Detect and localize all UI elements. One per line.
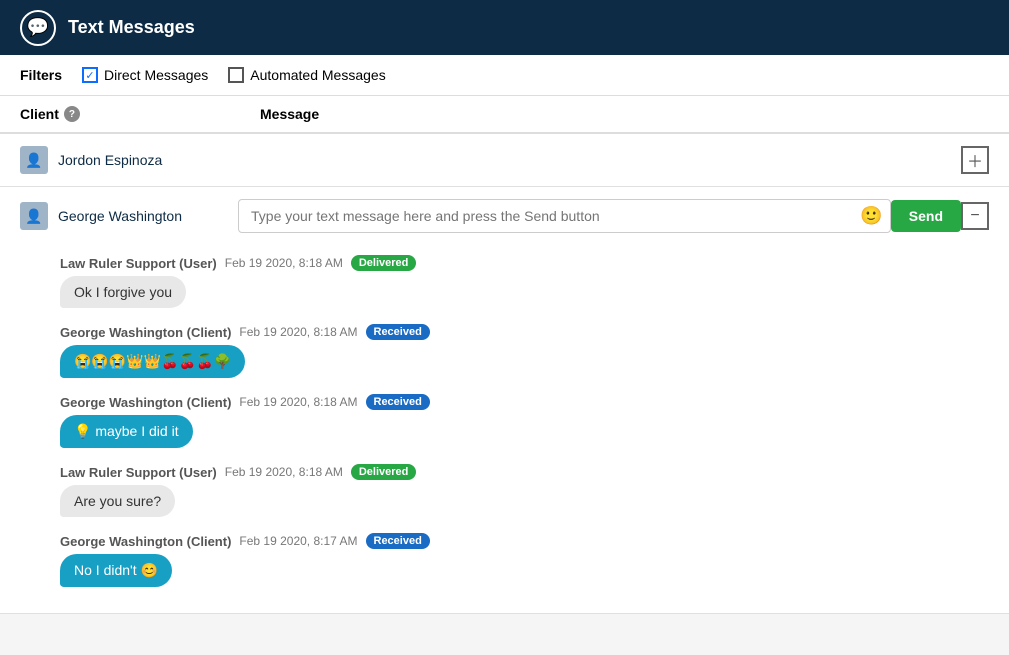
message-bubble-3: 💡 maybe I did it — [60, 415, 193, 448]
app-header: 💬 Text Messages — [0, 0, 1009, 55]
message-meta-2: George Washington (Client) Feb 19 2020, … — [60, 324, 989, 340]
client-avatar-jordon: 👤 — [20, 146, 48, 174]
col-client-header: Client ? — [20, 106, 240, 122]
message-bubble-5: No I didn't 😊 — [60, 554, 172, 587]
message-entry-4: Law Ruler Support (User) Feb 19 2020, 8:… — [60, 464, 989, 517]
message-meta-3: George Washington (Client) Feb 19 2020, … — [60, 394, 989, 410]
message-badge-5: Received — [366, 533, 430, 549]
message-badge-4: Delivered — [351, 464, 417, 480]
col-message-header: Message — [260, 106, 989, 122]
message-sender-4: Law Ruler Support (User) — [60, 465, 217, 480]
message-entry-2: George Washington (Client) Feb 19 2020, … — [60, 324, 989, 378]
automated-messages-filter[interactable]: Automated Messages — [228, 67, 385, 83]
message-entry-5: George Washington (Client) Feb 19 2020, … — [60, 533, 989, 587]
send-button[interactable]: Send — [891, 200, 961, 232]
header-icon: 💬 — [20, 10, 56, 46]
app-title: Text Messages — [68, 17, 195, 38]
direct-messages-filter[interactable]: ✓ Direct Messages — [82, 67, 208, 83]
client-row-header-jordon[interactable]: 👤 Jordon Espinoza ＋ — [0, 134, 1009, 186]
message-timestamp-1: Feb 19 2020, 8:18 AM — [225, 256, 343, 270]
message-entry-1: Law Ruler Support (User) Feb 19 2020, 8:… — [60, 255, 989, 308]
message-input[interactable] — [238, 199, 891, 233]
collapse-george-button[interactable]: − — [961, 202, 989, 230]
message-meta-5: George Washington (Client) Feb 19 2020, … — [60, 533, 989, 549]
message-badge-3: Received — [366, 394, 430, 410]
message-bubble-1: Ok I forgive you — [60, 276, 186, 308]
filters-label: Filters — [20, 67, 62, 83]
client-name-jordon: Jordon Espinoza — [58, 152, 238, 168]
client-row-jordon: 👤 Jordon Espinoza ＋ — [0, 134, 1009, 187]
message-bubble-4: Are you sure? — [60, 485, 175, 517]
message-badge-1: Delivered — [351, 255, 417, 271]
message-timestamp-2: Feb 19 2020, 8:18 AM — [239, 325, 357, 339]
message-timestamp-5: Feb 19 2020, 8:17 AM — [239, 534, 357, 548]
message-entry-3: George Washington (Client) Feb 19 2020, … — [60, 394, 989, 448]
direct-messages-label: Direct Messages — [104, 67, 208, 83]
message-badge-2: Received — [366, 324, 430, 340]
message-input-wrapper: 🙂 — [238, 199, 891, 233]
message-sender-1: Law Ruler Support (User) — [60, 256, 217, 271]
table-header: Client ? Message — [0, 96, 1009, 134]
automated-messages-label: Automated Messages — [250, 67, 385, 83]
message-sender-2: George Washington (Client) — [60, 325, 231, 340]
emoji-button[interactable]: 🙂 — [860, 206, 882, 227]
client-name-george: George Washington — [58, 208, 238, 224]
message-meta-4: Law Ruler Support (User) Feb 19 2020, 8:… — [60, 464, 989, 480]
message-sender-3: George Washington (Client) — [60, 395, 231, 410]
message-timestamp-4: Feb 19 2020, 8:18 AM — [225, 465, 343, 479]
client-row-header-george[interactable]: 👤 George Washington 🙂 Send − — [0, 187, 1009, 245]
message-timestamp-3: Feb 19 2020, 8:18 AM — [239, 395, 357, 409]
message-area-george: Law Ruler Support (User) Feb 19 2020, 8:… — [0, 245, 1009, 613]
client-row-george: 👤 George Washington 🙂 Send − Law Ruler S… — [0, 187, 1009, 614]
message-sender-5: George Washington (Client) — [60, 534, 231, 549]
filters-bar: Filters ✓ Direct Messages Automated Mess… — [0, 55, 1009, 96]
expand-jordon-button[interactable]: ＋ — [961, 146, 989, 174]
client-avatar-george: 👤 — [20, 202, 48, 230]
client-help-icon[interactable]: ? — [64, 106, 80, 122]
message-meta-1: Law Ruler Support (User) Feb 19 2020, 8:… — [60, 255, 989, 271]
message-bubble-2: 😭😭😭👑👑🍒🍒🍒🌳 — [60, 345, 245, 378]
direct-messages-checkbox[interactable]: ✓ — [82, 67, 98, 83]
automated-messages-checkbox[interactable] — [228, 67, 244, 83]
